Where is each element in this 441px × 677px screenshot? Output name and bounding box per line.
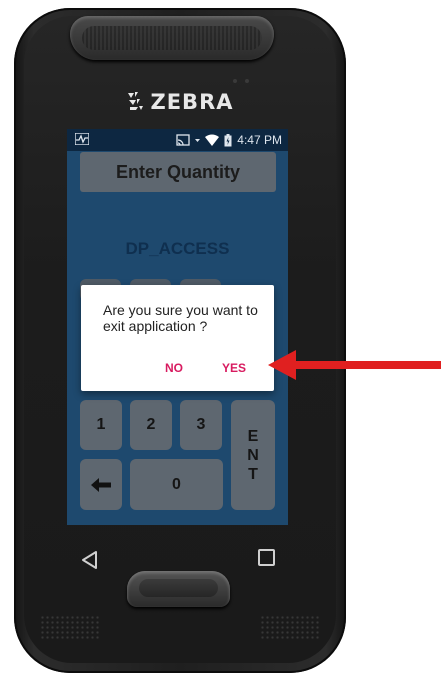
exit-confirm-dialog: Are you sure you want to exit applicatio… xyxy=(81,285,274,391)
brand-name: ZEBRA xyxy=(150,90,234,114)
back-icon[interactable] xyxy=(80,550,100,570)
recents-icon[interactable] xyxy=(258,549,275,566)
yes-button[interactable]: YES xyxy=(222,361,246,375)
speaker-grille xyxy=(40,615,100,641)
status-bar: 4:47 PM xyxy=(67,129,288,151)
sensor-dot xyxy=(245,79,249,83)
zebra-logo-icon xyxy=(128,92,144,110)
brand-logo: ZEBRA xyxy=(0,90,360,114)
wifi-icon xyxy=(205,134,220,146)
red-arrow-icon xyxy=(268,350,441,380)
speaker-grille xyxy=(260,615,320,641)
device-screen: 4:47 PM Enter Quantity DP_ACCESS 1 2 3 E… xyxy=(67,129,288,525)
cast-icon xyxy=(176,134,190,146)
dialog-message: Are you sure you want to exit applicatio… xyxy=(103,302,258,334)
sensor-dot xyxy=(233,79,237,83)
home-button[interactable] xyxy=(127,571,230,607)
dropdown-dot-icon xyxy=(195,138,201,142)
no-button[interactable]: NO xyxy=(165,361,183,375)
battery-icon xyxy=(224,133,232,146)
status-time: 4:47 PM xyxy=(237,133,282,147)
top-speaker xyxy=(70,16,274,60)
activity-icon xyxy=(74,132,90,148)
